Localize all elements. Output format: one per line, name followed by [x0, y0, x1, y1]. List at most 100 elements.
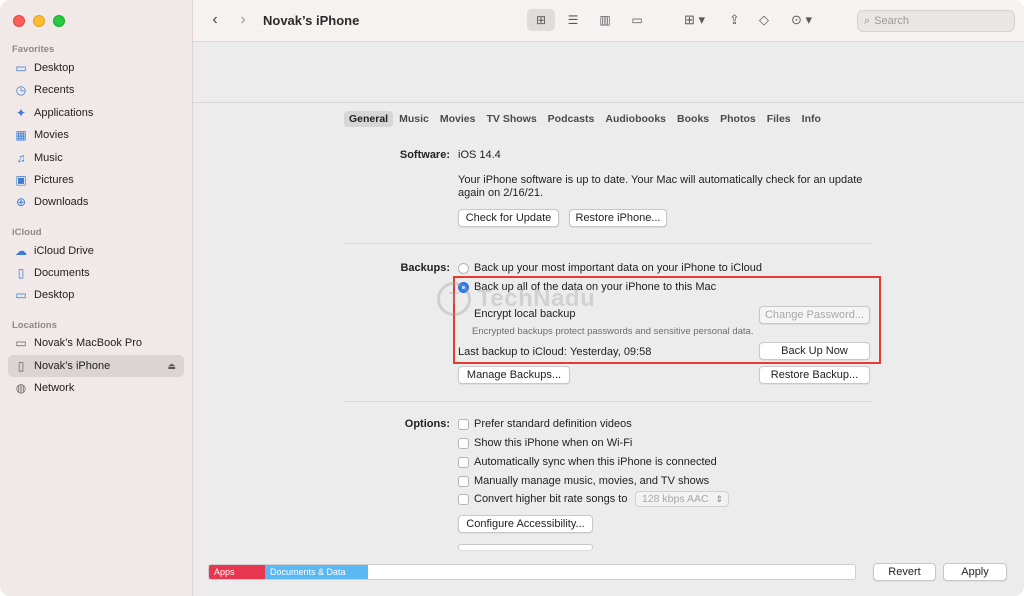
tab-audiobooks[interactable]: Audiobooks	[600, 111, 671, 127]
sidebar-item-downloads[interactable]: ⊕ Downloads	[8, 191, 184, 213]
globe-icon: ◍	[15, 381, 27, 395]
software-version: iOS 14.4	[458, 149, 501, 161]
sidebar-item-label: Downloads	[34, 196, 89, 208]
manage-backups-button[interactable]: Manage Backups...	[458, 366, 570, 384]
software-message-line1: Your iPhone software is up to date. Your…	[458, 174, 863, 186]
tag-icon[interactable]: ◇	[759, 12, 769, 28]
device-tabs: General Music Movies TV Shows Podcasts A…	[344, 111, 827, 127]
option-checkbox[interactable]	[458, 438, 469, 449]
document-icon: ▯	[17, 266, 25, 280]
backups-label: Backups:	[400, 262, 450, 274]
sidebar-item-network[interactable]: ◍ Network	[8, 377, 184, 399]
clock-icon: ◷	[15, 83, 27, 97]
cloud-icon: ☁	[15, 244, 27, 258]
column-view-icon[interactable]: ▥	[591, 9, 619, 31]
sidebar-item-label: Music	[34, 152, 63, 164]
view-mode-group: ⊞ ☰ ▥ ▭	[527, 9, 655, 31]
sidebar-item-label: Movies	[34, 129, 69, 141]
toolbar: ‹ › Novak’s iPhone ⊞ ☰ ▥ ▭ ⊞ ▾ ⇪ ◇ ⊙ ▾ ⌕…	[193, 0, 1024, 42]
watermark-logo-icon: T	[437, 282, 471, 316]
restore-backup-button[interactable]: Restore Backup...	[759, 366, 870, 384]
sidebar-item-iphone[interactable]: ▯ Novak’s iPhone ⏏	[8, 355, 184, 377]
tab-books[interactable]: Books	[672, 111, 714, 127]
tab-photos[interactable]: Photos	[715, 111, 761, 127]
divider	[344, 243, 872, 244]
sidebar-item-label: Applications	[34, 107, 94, 119]
sidebar-item-icloud-drive[interactable]: ☁ iCloud Drive	[8, 240, 184, 262]
revert-button[interactable]: Revert	[873, 563, 936, 581]
icon-view-icon[interactable]: ⊞	[527, 9, 555, 31]
forward-chevron-icon[interactable]: ›	[235, 11, 251, 29]
list-view-icon[interactable]: ☰	[559, 9, 587, 31]
partially-hidden-button	[458, 544, 593, 550]
search-icon: ⌕	[864, 14, 871, 27]
configure-accessibility-button[interactable]: Configure Accessibility...	[458, 515, 593, 533]
close-window-button[interactable]	[13, 15, 25, 27]
option-label: Show this iPhone when on Wi-Fi	[474, 437, 633, 449]
device-header	[193, 42, 1024, 103]
download-icon: ⊕	[15, 195, 27, 209]
option-checkbox[interactable]	[458, 476, 469, 487]
sidebar-item-movies[interactable]: ▦ Movies	[8, 124, 184, 146]
finder-window: Favorites ▭ Desktop ◷ Recents ✦ Applicat…	[0, 0, 1024, 596]
backup-icloud-radio[interactable]	[458, 263, 469, 274]
minimize-window-button[interactable]	[33, 15, 45, 27]
sidebar-item-label: iCloud Drive	[34, 245, 94, 257]
applications-icon: ✦	[15, 106, 27, 120]
sidebar-item-documents[interactable]: ▯ Documents	[8, 262, 184, 284]
option-label: Manually manage music, movies, and TV sh…	[474, 475, 710, 487]
tab-music[interactable]: Music	[394, 111, 434, 127]
storage-segment-apps: Apps	[209, 565, 265, 579]
desktop-icon: ▭	[15, 288, 27, 302]
software-label: Software:	[399, 149, 450, 161]
zoom-window-button[interactable]	[53, 15, 65, 27]
sidebar-item-label: Novak’s iPhone	[34, 360, 111, 372]
option-label: Automatically sync when this iPhone is c…	[474, 456, 717, 468]
divider	[344, 401, 872, 402]
share-icon[interactable]: ⇪	[729, 12, 740, 28]
laptop-icon: ▭	[15, 336, 27, 350]
sidebar-item-label: Documents	[34, 267, 90, 279]
group-by-icon[interactable]: ⊞ ▾	[684, 12, 705, 28]
sidebar-item-applications[interactable]: ✦ Applications	[8, 102, 184, 124]
traffic-lights	[13, 15, 65, 27]
option-checkbox[interactable]	[458, 419, 469, 430]
chevron-updown-icon: ⇕	[715, 494, 723, 504]
sidebar-item-recents[interactable]: ◷ Recents	[8, 79, 184, 101]
tab-info[interactable]: Info	[797, 111, 826, 127]
desktop-icon: ▭	[15, 61, 27, 75]
sidebar-item-icloud-desktop[interactable]: ▭ Desktop	[8, 284, 184, 306]
apply-button[interactable]: Apply	[943, 563, 1007, 581]
sidebar-item-desktop[interactable]: ▭ Desktop	[8, 57, 184, 79]
option-label: Prefer standard definition videos	[474, 418, 632, 430]
tab-movies[interactable]: Movies	[435, 111, 481, 127]
eject-icon[interactable]: ⏏	[167, 361, 176, 372]
storage-segment-documents: Documents & Data	[265, 565, 368, 579]
search-field[interactable]: ⌕ Search	[857, 10, 1015, 32]
more-actions-icon[interactable]: ⊙ ▾	[791, 12, 812, 28]
music-note-icon: ♫	[16, 151, 26, 165]
search-placeholder: Search	[874, 15, 910, 27]
bitrate-select[interactable]: 128 kbps AAC ⇕	[635, 491, 729, 507]
back-chevron-icon[interactable]: ‹	[207, 11, 223, 29]
tab-general[interactable]: General	[344, 111, 394, 127]
tab-files[interactable]: Files	[762, 111, 796, 127]
tab-podcasts[interactable]: Podcasts	[543, 111, 600, 127]
restore-iphone-button[interactable]: Restore iPhone...	[569, 209, 667, 227]
sidebar-item-label: Desktop	[34, 62, 75, 74]
watermark: T TechNadu	[437, 282, 595, 316]
option-checkbox[interactable]	[458, 457, 469, 468]
watermark-text: TechNadu	[477, 285, 596, 312]
tab-tv-shows[interactable]: TV Shows	[481, 111, 541, 127]
sidebar-item-label: Recents	[34, 84, 75, 96]
sidebar-item-label: Network	[34, 382, 75, 394]
check-for-update-button[interactable]: Check for Update	[458, 209, 559, 227]
option-checkbox[interactable]	[458, 494, 469, 505]
sidebar-item-macbook[interactable]: ▭ Novak’s MacBook Pro	[8, 332, 184, 354]
sidebar-item-pictures[interactable]: ▣ Pictures	[8, 169, 184, 191]
gallery-view-icon[interactable]: ▭	[623, 9, 651, 31]
sidebar-item-music[interactable]: ♫ Music	[8, 147, 184, 169]
sidebar-item-label: Pictures	[34, 174, 74, 186]
sidebar-section-locations: Locations	[12, 320, 57, 331]
option-label: Convert higher bit rate songs to	[474, 493, 628, 505]
